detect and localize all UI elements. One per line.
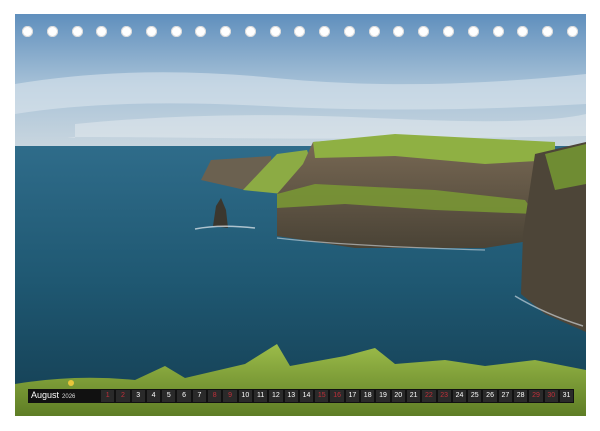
binding-hole [121,25,133,37]
binding-hole [418,25,430,37]
day-cell: 18 [361,390,375,402]
day-cell: 30 [544,390,558,402]
binding-hole [71,25,83,37]
binding-hole [22,25,33,37]
day-cell: 13 [284,390,298,402]
day-cell: 15 [315,390,329,402]
day-cell: 20 [391,390,405,402]
binding-hole [244,25,256,37]
day-cell: 25 [468,390,482,402]
day-cells: 1 2 3 4 5 6 7 8 9 10 11 12 13 14 15 16 17 18 19 20 21 22 23 24 2… [100,389,574,403]
day-cell: 28 [514,390,528,402]
day-cell: 3 [131,390,145,402]
day-cell: 9 [223,390,237,402]
binding-hole [145,25,157,37]
binding-hole [542,25,554,37]
day-cell: 10 [238,390,252,402]
binding-hole [368,25,380,37]
day-cell: 14 [299,390,314,402]
cliffs-photo [15,14,586,416]
month-strip: August 2026 1 2 3 4 5 6 7 8 9 10 11 12 13 14 15 16 17 18 1… [28,389,574,403]
month-label: August 2026 [28,388,100,404]
landscape-illustration [15,14,586,416]
day-cell: 21 [406,390,421,402]
calendar-page: August 2026 1 2 3 4 5 6 7 8 9 10 11 12 13 14 15 16 17 18 1… [0,0,600,431]
binding-hole [294,25,306,37]
day-cell: 31 [559,390,574,402]
binding-hole [443,25,455,37]
day-cell: 26 [483,390,497,402]
day-cell: 16 [330,390,344,402]
binding-hole [269,25,281,37]
binding-hole [517,25,529,37]
binding-hole [467,25,479,37]
day-cell: 2 [116,390,130,402]
day-cell: 17 [345,390,360,402]
day-cell: 19 [376,390,390,402]
binding-hole [220,25,232,37]
yellow-flower [68,380,74,386]
binding-hole [319,25,331,37]
day-cell: 23 [437,390,451,402]
day-cell: 5 [162,390,176,402]
day-cell: 1 [101,390,115,402]
day-cell: 22 [422,390,436,402]
day-cell: 29 [529,390,543,402]
day-cell: 7 [192,390,207,402]
binding-hole [492,25,504,37]
day-cell: 4 [146,390,161,402]
binding-hole [170,25,182,37]
day-cell: 24 [452,390,467,402]
month-name: August [31,390,60,400]
day-cell: 6 [177,390,191,402]
day-cell: 12 [269,390,283,402]
binding-hole [96,25,108,37]
binding-hole [393,25,405,37]
binding-holes [22,24,578,38]
binding-hole [566,25,578,37]
day-cell: 8 [208,390,222,402]
binding-hole [343,25,355,37]
day-cell: 27 [498,390,513,402]
binding-hole [46,25,58,37]
month-year: 2026 [62,394,76,400]
day-cell: 11 [253,390,268,402]
binding-hole [195,25,207,37]
